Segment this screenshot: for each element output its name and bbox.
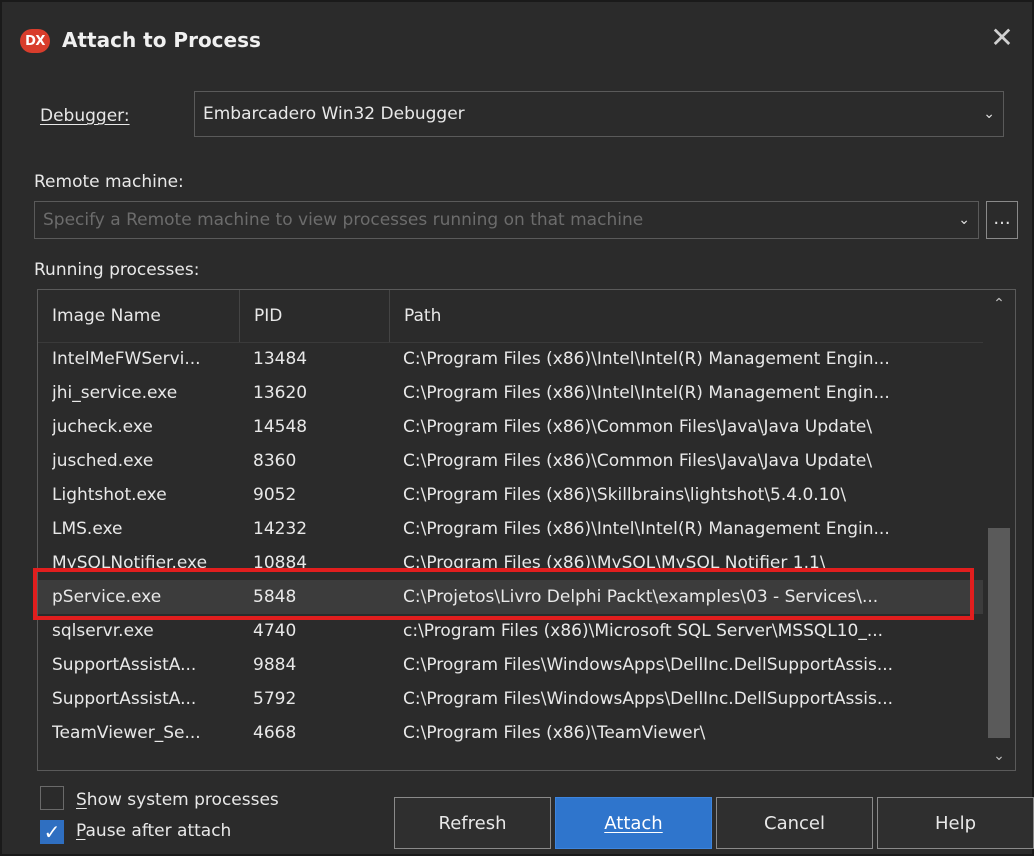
process-name-cell: SupportAssistA... — [52, 689, 197, 709]
process-pid-cell: 14548 — [253, 417, 308, 437]
process-pid-cell: 4740 — [253, 621, 297, 641]
show-system-processes-checkbox[interactable] — [40, 786, 64, 810]
delphi-logo-icon: DX — [20, 29, 50, 53]
process-pid-cell: 10884 — [253, 553, 308, 573]
table-row[interactable]: jusched.exe 8360 C:\Program Files (x86)\Co… — [38, 444, 983, 478]
refresh-button[interactable]: Refresh — [394, 797, 551, 849]
process-path-cell: C:\Program Files (x86)\Common Files\Java… — [403, 417, 873, 437]
debugger-label: Debugger: — [40, 106, 130, 126]
help-button[interactable]: Help — [877, 797, 1034, 849]
table-row[interactable]: MySQLNotifier.exe 10884 C:\Program Files (… — [38, 546, 983, 580]
process-path-cell: C:\Program Files (x86)\Intel\Intel(R) Ma… — [403, 519, 890, 539]
table-row[interactable]: TeamViewer_Se... 4668 C:\Program Files (x8… — [38, 716, 983, 750]
vertical-scrollbar[interactable]: ⌃ ⌄ — [984, 290, 1014, 770]
process-pid-cell: 9052 — [253, 485, 297, 505]
process-path-cell: C:\Program Files (x86)\Skillbrains\light… — [403, 485, 847, 505]
pause-after-attach-label: Pause after attach — [76, 821, 232, 841]
attach-button[interactable]: Attach — [555, 797, 712, 849]
debugger-select[interactable]: Embarcadero Win32 Debugger ⌄ — [194, 91, 1004, 137]
table-row[interactable]: SupportAssistA... 5792 C:\Program Files\Wi… — [38, 682, 983, 716]
process-list[interactable]: Image Name PID Path IntelMeFWServi... 134… — [37, 289, 1016, 771]
process-name-cell: sqlservr.exe — [52, 621, 154, 641]
process-pid-cell: 8360 — [253, 451, 297, 471]
process-path-cell: C:\Program Files (x86)\Common Files\Java… — [403, 451, 873, 471]
process-pid-cell: 13484 — [253, 349, 308, 369]
process-name-cell: jhi_service.exe — [52, 383, 178, 403]
table-row[interactable]: Lightshot.exe 9052 C:\Program Files (x86)\… — [38, 478, 983, 512]
show-system-processes-label: Show system processes — [76, 790, 279, 810]
title-bar: DX Attach to Process ✕ — [2, 2, 1032, 80]
process-path-cell: C:\Program Files (x86)\TeamViewer\ — [403, 723, 706, 743]
chevron-down-icon[interactable]: ⌄ — [984, 742, 1014, 770]
chevron-down-icon: ⌄ — [958, 212, 970, 228]
process-name-cell: MySQLNotifier.exe — [52, 553, 208, 573]
dialog-title: Attach to Process — [62, 28, 261, 52]
scroll-thumb[interactable] — [988, 528, 1010, 738]
table-row[interactable]: SupportAssistA... 9884 C:\Program Files\Wi… — [38, 648, 983, 682]
process-path-cell: c:\Program Files (x86)\Microsoft SQL Ser… — [403, 621, 884, 641]
table-row[interactable]: jhi_service.exe 13620 C:\Program Files (x8… — [38, 376, 983, 410]
column-image-name[interactable]: Image Name — [38, 290, 239, 342]
remote-machine-input[interactable]: Specify a Remote machine to view process… — [34, 201, 979, 239]
pause-after-attach-checkbox[interactable]: ✓ — [40, 820, 64, 844]
process-path-cell: C:\Program Files (x86)\Intel\Intel(R) Ma… — [403, 383, 890, 403]
table-row[interactable]: pService.exe 5848 C:\Projetos\Livro Delphi… — [38, 580, 983, 614]
table-row[interactable]: LMS.exe 14232 C:\Program Files (x86)\Intel… — [38, 512, 983, 546]
remote-machine-placeholder: Specify a Remote machine to view process… — [43, 210, 644, 230]
process-pid-cell: 5848 — [253, 587, 297, 607]
process-name-cell: jusched.exe — [52, 451, 154, 471]
process-path-cell: C:\Program Files\WindowsApps\DellInc.Del… — [403, 689, 894, 709]
cancel-button[interactable]: Cancel — [716, 797, 873, 849]
process-path-cell: C:\Program Files (x86)\MySQL\MySQL Notif… — [403, 553, 826, 573]
process-name-cell: jucheck.exe — [52, 417, 153, 437]
running-processes-label: Running processes: — [34, 260, 200, 280]
process-name-cell: pService.exe — [52, 587, 162, 607]
table-row[interactable]: jucheck.exe 14548 C:\Program Files (x86)\C… — [38, 410, 983, 444]
process-pid-cell: 13620 — [253, 383, 308, 403]
process-pid-cell: 9884 — [253, 655, 297, 675]
attach-label: Attach — [604, 812, 663, 834]
table-row[interactable]: IntelMeFWServi... 13484 C:\Program Files (… — [38, 342, 983, 376]
close-icon[interactable]: ✕ — [984, 20, 1020, 56]
debugger-value: Embarcadero Win32 Debugger — [203, 104, 465, 124]
column-pid[interactable]: PID — [239, 290, 389, 342]
table-row[interactable]: sqlservr.exe 4740 c:\Program Files (x86)\M… — [38, 614, 983, 648]
process-list-header: Image Name PID Path — [38, 290, 983, 343]
attach-to-process-dialog: DX Attach to Process ✕ Debugger: Embarca… — [0, 0, 1034, 856]
browse-remote-button[interactable]: ... — [986, 201, 1018, 239]
process-name-cell: LMS.exe — [52, 519, 123, 539]
chevron-up-icon[interactable]: ⌃ — [984, 290, 1014, 318]
process-name-cell: IntelMeFWServi... — [52, 349, 201, 369]
process-pid-cell: 5792 — [253, 689, 297, 709]
process-name-cell: SupportAssistA... — [52, 655, 197, 675]
chevron-down-icon: ⌄ — [983, 106, 995, 122]
process-path-cell: C:\Program Files (x86)\Intel\Intel(R) Ma… — [403, 349, 890, 369]
remote-machine-label: Remote machine: — [34, 172, 184, 192]
process-pid-cell: 4668 — [253, 723, 297, 743]
process-path-cell: C:\Projetos\Livro Delphi Packt\examples\… — [403, 587, 879, 607]
process-name-cell: Lightshot.exe — [52, 485, 167, 505]
process-pid-cell: 14232 — [253, 519, 308, 539]
column-path[interactable]: Path — [389, 290, 983, 342]
process-name-cell: TeamViewer_Se... — [52, 723, 201, 743]
process-path-cell: C:\Program Files\WindowsApps\DellInc.Del… — [403, 655, 894, 675]
